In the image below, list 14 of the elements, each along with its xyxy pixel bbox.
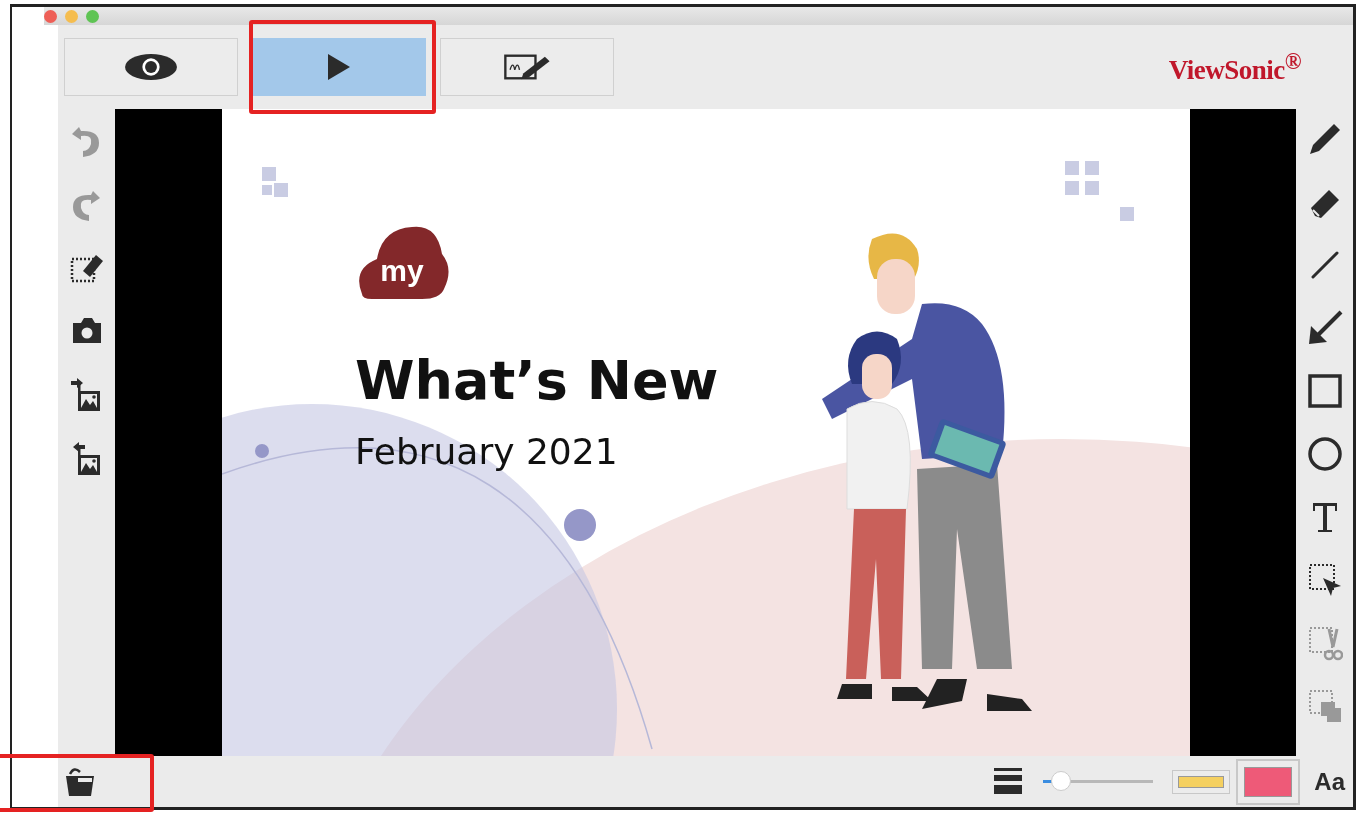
view-mode-button[interactable]: [64, 38, 238, 96]
slide-subtitle: February 2021: [354, 431, 618, 472]
slider-thumb[interactable]: [1050, 771, 1071, 791]
cloud-logo-icon: [358, 226, 448, 299]
eye-icon: [124, 51, 178, 83]
font-button[interactable]: Aa: [1314, 767, 1345, 796]
slide-title: What’s New: [354, 349, 718, 412]
highlighter-color-swatch[interactable]: [1172, 769, 1231, 794]
brand-logo: ViewSonic$^{®}$: [1168, 48, 1301, 86]
play-mode-button[interactable]: [252, 38, 426, 96]
window-control-button[interactable]: [44, 9, 57, 23]
logo-text: my: [379, 254, 424, 287]
pen-color-swatch[interactable]: [1236, 758, 1301, 805]
annotate-mode-button[interactable]: [440, 38, 614, 96]
